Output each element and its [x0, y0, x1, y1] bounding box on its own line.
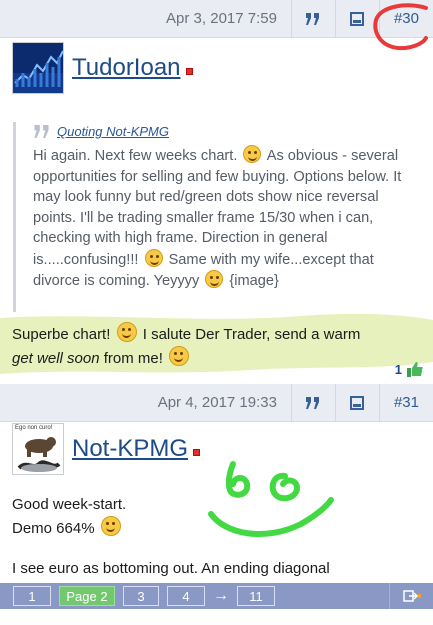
- quote-icon: [34, 125, 49, 138]
- body-italic-text: get well soon: [12, 350, 100, 367]
- avatar-caption: Ego non curo!: [15, 425, 53, 431]
- quote-text: Hi again. Next few weeks chart. As obvio…: [33, 145, 413, 292]
- page-link[interactable]: 4: [167, 586, 205, 606]
- avatar[interactable]: [12, 42, 64, 94]
- body-text: I salute Der Trader, send a warm: [142, 326, 361, 343]
- jump-icon: [402, 590, 421, 602]
- quote-block: Quoting Not-KPMG Hi again. Next few week…: [13, 122, 408, 312]
- image-placeholder: {image}: [229, 273, 279, 289]
- post-date: Apr 3, 2017 7:59: [166, 10, 277, 27]
- page-link-current[interactable]: Page 2: [59, 586, 115, 606]
- quote-header: Quoting Not-KPMG: [33, 124, 408, 139]
- quote-icon: [306, 12, 320, 25]
- bear-avatar-image: [17, 437, 61, 472]
- post-date: Apr 4, 2017 19:33: [157, 394, 277, 411]
- post-body: Superbe chart! I salute Der Trader, send…: [12, 322, 422, 370]
- wink-emoji-icon: [205, 270, 224, 288]
- quote-text-part: As obvious - several opportunities for s…: [33, 148, 402, 268]
- body-text: I see euro as bottoming out. An ending d…: [12, 560, 330, 577]
- jump-button[interactable]: [389, 583, 433, 609]
- like-count-value: 1: [394, 362, 402, 377]
- wink-emoji-icon: [243, 145, 262, 163]
- quoted-author-link[interactable]: Quoting Not-KPMG: [57, 124, 169, 139]
- author-name[interactable]: TudorIoan: [72, 54, 181, 82]
- multiquote-button[interactable]: [334, 383, 379, 422]
- quote-button[interactable]: [290, 0, 335, 38]
- smile-emoji-icon: [116, 322, 137, 342]
- multiquote-icon: [350, 11, 365, 26]
- page-link[interactable]: 3: [123, 586, 159, 606]
- body-text: Good week-start.: [12, 496, 127, 513]
- post-number-link[interactable]: #31: [378, 383, 433, 422]
- post-body: Good week-start. Demo 664% I see euro as…: [12, 494, 422, 580]
- author-name[interactable]: Not-KPMG: [72, 435, 188, 463]
- quote-icon: [306, 396, 320, 409]
- online-status-icon: [193, 448, 201, 456]
- smile-emoji-icon: [100, 516, 121, 536]
- body-text: Superbe chart!: [12, 326, 111, 343]
- wink-emoji-icon: [144, 248, 163, 267]
- author-row: TudorIoan: [0, 40, 433, 96]
- body-text: from me!: [103, 350, 163, 367]
- like-count[interactable]: 1: [395, 362, 423, 377]
- online-status-icon: [185, 67, 193, 75]
- arrow-right-icon: →: [213, 587, 229, 604]
- page-link-last[interactable]: 11: [237, 586, 275, 606]
- avatar[interactable]: Ego non curo!: [12, 423, 64, 475]
- pagination-bar: 1 Page 2 3 4 → 11: [0, 583, 433, 609]
- quote-button[interactable]: [290, 383, 335, 422]
- page-link[interactable]: 1: [13, 586, 51, 606]
- thumbs-up-icon[interactable]: [407, 362, 423, 377]
- multiquote-icon: [350, 395, 365, 410]
- chart-avatar-image: [13, 43, 63, 93]
- body-text: Demo 664%: [12, 520, 95, 537]
- quote-text-part: Hi again. Next few weeks chart.: [33, 148, 238, 164]
- post-header: Apr 4, 2017 19:33 #31: [0, 383, 433, 422]
- smile-emoji-icon: [169, 346, 190, 366]
